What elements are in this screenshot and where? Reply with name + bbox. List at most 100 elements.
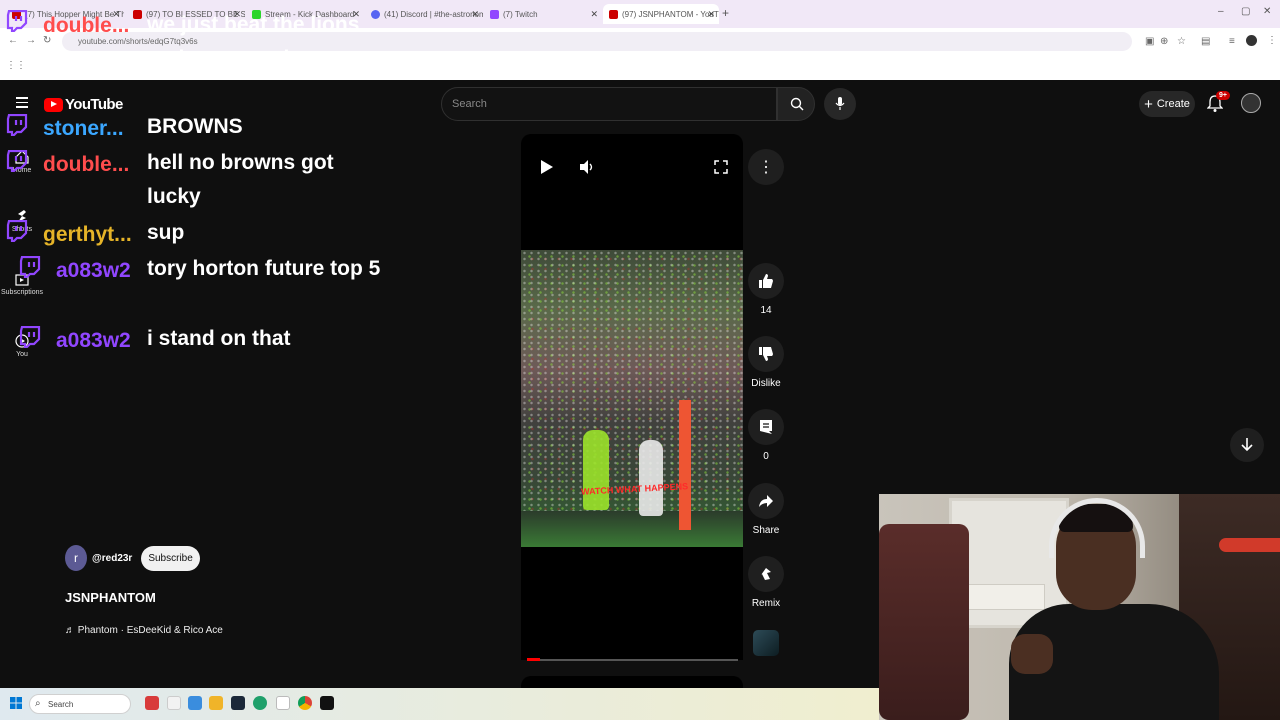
more-vert-icon: ⋮ <box>748 149 784 185</box>
windows-taskbar <box>0 688 879 720</box>
comment-icon <box>760 420 772 434</box>
tab-title: (41) Discord | #the-astronomic <box>384 9 483 19</box>
twitch-icon <box>6 150 28 172</box>
fullscreen-icon[interactable] <box>714 160 728 174</box>
play-icon[interactable] <box>540 159 554 175</box>
search-input[interactable]: Search <box>441 87 777 121</box>
apps-grid-icon[interactable]: ⋮⋮ <box>6 60 26 71</box>
steam-icon[interactable] <box>231 696 245 710</box>
minimize-icon[interactable]: – <box>1218 6 1224 17</box>
dislike-button[interactable]: Dislike <box>748 336 784 389</box>
remix-label: Remix <box>751 598 781 609</box>
player-green-jersey <box>583 430 609 510</box>
zoom-icon[interactable]: ⊕ <box>1160 36 1168 47</box>
webcam-gaming-chair <box>879 524 969 720</box>
comment-count: 0 <box>763 451 769 462</box>
youtube-play-logo-icon <box>44 97 63 112</box>
chrome-icon[interactable] <box>298 696 312 710</box>
microphone-icon <box>835 97 845 110</box>
volume-icon[interactable] <box>579 159 595 175</box>
twitch-icon <box>6 10 28 32</box>
close-tab-icon[interactable]: ✕ <box>471 9 479 20</box>
chat-username: a083w2 <box>56 329 131 352</box>
progress-track[interactable] <box>527 659 738 661</box>
thumbs-down-icon <box>759 347 773 361</box>
new-tab-icon[interactable]: + <box>722 6 729 20</box>
taskbar-search[interactable]: ⌕ Search <box>29 694 131 714</box>
tab-title: (7) Twitch <box>503 9 538 19</box>
close-window-icon[interactable]: ✕ <box>1263 6 1271 17</box>
channel-handle[interactable]: @red23r <box>92 553 132 564</box>
search-placeholder: Search <box>452 98 487 110</box>
search-button[interactable] <box>777 87 815 121</box>
menu-list-icon[interactable]: ≡ <box>1229 36 1235 47</box>
subscribe-button[interactable]: Subscribe <box>141 545 200 571</box>
browser-tab[interactable]: (7) Twitch ✕ <box>484 4 602 24</box>
taskbar-app-icon[interactable] <box>320 696 334 710</box>
like-button[interactable]: 14 <box>748 263 784 316</box>
next-video-button[interactable] <box>1230 428 1264 462</box>
close-tab-icon[interactable]: ✕ <box>590 9 598 20</box>
bookmark-star-icon[interactable]: ☆ <box>1177 36 1186 47</box>
audio-source-thumbnail[interactable] <box>753 630 779 656</box>
browser-tab-active[interactable]: (97) JSNPHANTOM - YouTube ✕ <box>603 4 719 24</box>
like-count: 14 <box>760 305 772 316</box>
cast-icon[interactable]: ▣ <box>1145 36 1154 47</box>
close-tab-icon[interactable]: ✕ <box>707 9 715 20</box>
thumbs-up-icon <box>759 274 773 288</box>
notification-badge: 9+ <box>1216 91 1230 100</box>
tab-title: (97) JSNPHANTOM - YouTube <box>622 9 719 19</box>
account-avatar[interactable] <box>1241 93 1261 113</box>
short-title: JSNPHANTOM <box>65 590 156 605</box>
player-white-jersey <box>639 440 663 516</box>
football-field <box>521 511 743 547</box>
chat-username: double... <box>43 14 130 37</box>
progress-fill <box>527 658 540 661</box>
webcam-microphone <box>1219 538 1280 552</box>
share-label: Share <box>752 525 780 536</box>
channel-avatar[interactable]: r <box>65 545 87 571</box>
share-button[interactable]: Share <box>748 483 784 536</box>
dislike-label: Dislike <box>751 378 781 389</box>
edge-icon[interactable] <box>253 696 267 710</box>
extensions-icon[interactable]: ▤ <box>1201 36 1210 47</box>
chat-username: double... <box>43 153 130 176</box>
music-line[interactable]: ♬ Phantom · EsDeeKid & Rico Ace <box>65 625 223 636</box>
document-icon[interactable] <box>276 696 290 710</box>
back-icon[interactable]: ← <box>8 35 18 46</box>
next-short-preview[interactable] <box>521 676 743 688</box>
video-frame[interactable]: WATCH WHAT HAPPENS <box>521 250 743 547</box>
youtube-favicon-icon <box>133 9 142 19</box>
twitch-icon <box>6 220 28 242</box>
twitch-icon <box>19 256 41 278</box>
comments-button[interactable]: 0 <box>748 409 784 462</box>
windows-start-icon[interactable] <box>10 697 22 709</box>
forward-icon[interactable]: → <box>26 35 36 46</box>
remix-button[interactable]: Remix <box>748 556 784 609</box>
logo-text: YouTube <box>65 96 123 113</box>
remix-icon <box>761 568 771 580</box>
more-icon[interactable]: ⋮ <box>1267 35 1277 46</box>
taskbar-app-icon[interactable] <box>188 696 202 710</box>
create-button[interactable]: + Create <box>1139 91 1195 117</box>
search-icon: ⌕ <box>35 698 41 709</box>
chat-username: gerthyt... <box>43 223 132 246</box>
chat-text: we just beat the lions and commanders <box>147 13 360 70</box>
maximize-icon[interactable]: ▢ <box>1241 6 1250 17</box>
music-label: Phantom · EsDeeKid & Rico Ace <box>77 625 223 636</box>
chat-username: stoner... <box>43 117 124 140</box>
voice-search-button[interactable] <box>824 88 856 120</box>
profile-icon[interactable] <box>1246 35 1257 46</box>
chat-text: i stand on that <box>147 327 291 350</box>
taskbar-app-icon[interactable] <box>145 696 159 710</box>
file-explorer-icon[interactable] <box>209 696 223 710</box>
sidebar-label: Subscriptions <box>0 289 44 296</box>
webcam-overlay <box>879 494 1280 720</box>
google-icon[interactable] <box>167 696 181 710</box>
chat-text: sup <box>147 221 185 244</box>
youtube-logo[interactable]: YouTube <box>44 96 123 113</box>
hamburger-menu-icon[interactable] <box>16 97 28 111</box>
webcam-streamer-hand <box>1011 634 1053 674</box>
more-options-button[interactable]: ⋮ <box>748 149 784 185</box>
sidebar-label: You <box>16 351 28 358</box>
